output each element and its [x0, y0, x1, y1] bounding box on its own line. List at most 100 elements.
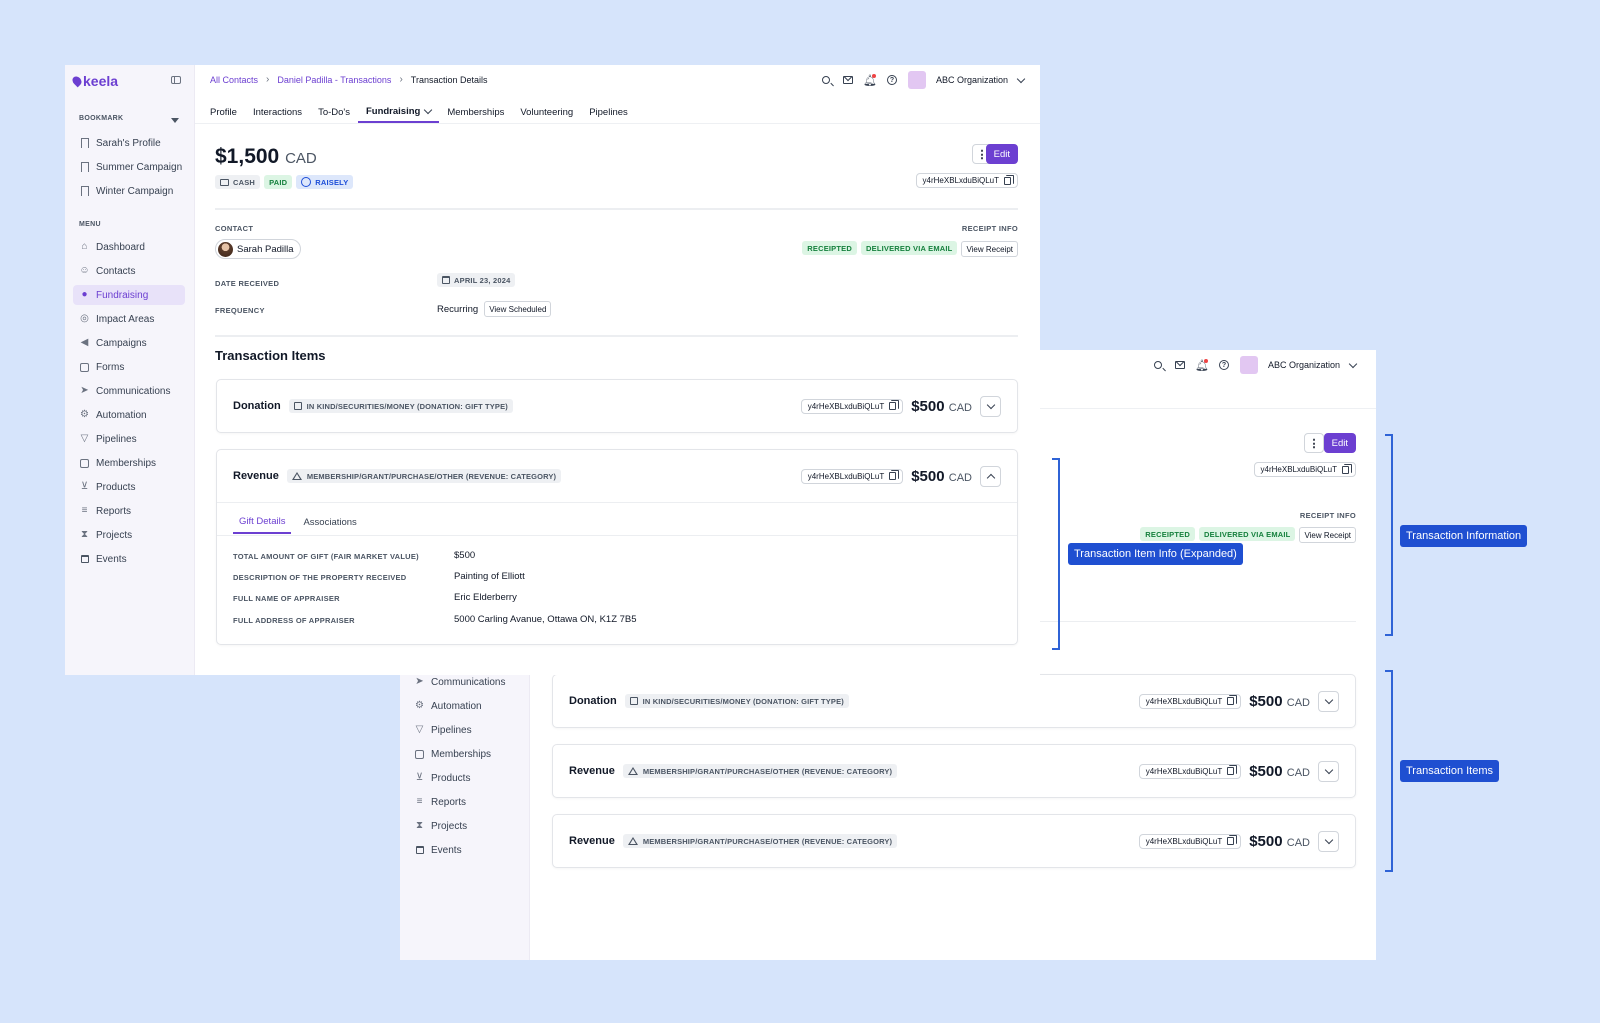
tab-volunteering[interactable]: Volunteering — [512, 101, 581, 123]
item-id-chip[interactable]: y4rHeXBLxduBiQLuT — [1138, 763, 1242, 779]
view-scheduled-button[interactable]: View Scheduled — [484, 301, 552, 317]
transaction-item-card[interactable]: Donation IN KIND/SECURITIES/MONEY (DONAT… — [552, 674, 1356, 728]
item-id-chip[interactable]: y4rHeXBLxduBiQLuT — [1138, 693, 1242, 709]
triangle-icon — [627, 767, 638, 775]
copy-icon[interactable] — [1004, 174, 1014, 185]
help-icon[interactable]: ? — [1218, 359, 1230, 371]
divider — [217, 502, 1017, 503]
tab-fundraising[interactable]: Fundraising — [357, 101, 440, 123]
help-icon[interactable]: ? — [886, 74, 898, 86]
bell-icon[interactable]: 🔔︎ — [863, 74, 877, 87]
mail-icon[interactable] — [842, 74, 854, 86]
contact-chip[interactable]: Sarah Padilla — [215, 239, 301, 259]
org-avatar[interactable] — [1239, 356, 1258, 374]
sidebar-item-impact-areas[interactable]: ◎ Impact Areas — [73, 309, 185, 329]
bookmark-item[interactable]: Sarah's Profile — [73, 133, 185, 153]
expand-button[interactable] — [980, 395, 1001, 417]
divider — [215, 335, 1018, 337]
transaction-item-card[interactable]: Donation IN KIND/SECURITIES/MONEY (DONAT… — [216, 379, 1018, 433]
bookmark-item[interactable]: Winter Campaign — [73, 181, 185, 201]
gift-icon — [629, 697, 638, 705]
org-avatar[interactable] — [907, 71, 926, 89]
item-id-chip[interactable]: y4rHeXBLxduBiQLuT — [800, 398, 904, 414]
sidebar-item-events-back[interactable]: Events — [408, 840, 520, 860]
item-id-chip[interactable]: y4rHeXBLxduBiQLuT — [1138, 833, 1242, 849]
copy-icon[interactable] — [889, 470, 900, 480]
sidebar-item-communications-back[interactable]: ➤ Communications — [408, 672, 520, 692]
expand-button[interactable] — [1318, 760, 1339, 782]
sidebar-item-events[interactable]: Events — [73, 549, 185, 569]
transaction-item-card[interactable]: Revenue MEMBERSHIP/GRANT/PURCHASE/OTHER … — [552, 814, 1356, 868]
tab-interactions[interactable]: Interactions — [245, 101, 310, 123]
transaction-id-chip[interactable]: y4rHeXBLxduBiQLuT — [915, 173, 1018, 188]
more-button-back[interactable]: ⋮ — [1304, 433, 1324, 453]
cart-icon: ⊻ — [415, 772, 424, 783]
sidebar-item-dashboard[interactable]: ⌂ Dashboard — [73, 237, 185, 257]
sidebar-item-products[interactable]: ⊻ Products — [73, 477, 185, 497]
sidebar-item-projects-back[interactable]: ⧗ Projects — [408, 816, 520, 836]
chevron-down-icon[interactable] — [1348, 359, 1358, 368]
chevron-down-icon — [986, 400, 995, 409]
sidebar-item-contacts[interactable]: ☺ Contacts — [73, 261, 185, 281]
expand-button[interactable] — [1318, 830, 1339, 852]
item-type-badge: IN KIND/SECURITIES/MONEY (DONATION: GIFT… — [288, 399, 513, 413]
sidebar-item-pipelines[interactable]: ▽ Pipelines — [73, 429, 185, 449]
sidebar-item-campaigns[interactable]: ◀ Campaigns — [73, 333, 185, 353]
mail-icon[interactable] — [1174, 359, 1186, 371]
edit-button[interactable]: Edit — [985, 144, 1018, 164]
sidebar-item-projects[interactable]: ⧗ Projects — [73, 525, 185, 545]
expand-button[interactable] — [1318, 690, 1339, 712]
chevron-down-icon — [1324, 835, 1333, 844]
caret-down-icon[interactable] — [171, 118, 179, 123]
sidebar-item-automation-back[interactable]: ⚙ Automation — [408, 696, 520, 716]
detail-label: FULL ADDRESS OF APPRAISER — [233, 616, 355, 625]
tab-todos[interactable]: To-Do's — [310, 101, 358, 123]
bell-icon[interactable]: 🔔︎ — [1195, 359, 1209, 372]
tab-memberships[interactable]: Memberships — [439, 101, 512, 123]
item-name: Revenue — [569, 765, 615, 777]
transaction-id-chip-back[interactable]: y4rHeXBLxduBiQLuT — [1253, 462, 1356, 477]
receipt-info-label-back: RECEIPT INFO — [1299, 511, 1356, 520]
keela-logo[interactable]: keela — [70, 73, 118, 89]
copy-icon[interactable] — [1342, 463, 1352, 474]
detail-value: $500 — [454, 550, 476, 561]
sidebar-item-products-back[interactable]: ⊻ Products — [408, 768, 520, 788]
org-name[interactable]: ABC Organization — [936, 75, 1008, 85]
transaction-item-card-expanded[interactable]: Revenue MEMBERSHIP/GRANT/PURCHASE/OTHER … — [216, 449, 1018, 645]
bookmark-item[interactable]: Summer Campaign — [73, 157, 185, 177]
view-receipt-button-back[interactable]: View Receipt — [1299, 527, 1356, 543]
breadcrumb-link[interactable]: Daniel Padilla - Transactions — [277, 75, 391, 85]
copy-icon[interactable] — [1227, 695, 1238, 705]
collapse-button[interactable] — [980, 465, 1001, 487]
tab-gift-details[interactable]: Gift Details — [233, 510, 292, 534]
sidebar-item-memberships[interactable]: Memberships — [73, 453, 185, 473]
transaction-item-card[interactable]: Revenue MEMBERSHIP/GRANT/PURCHASE/OTHER … — [552, 744, 1356, 798]
sidebar-item-communications[interactable]: ➤ Communications — [73, 381, 185, 401]
triangle-icon — [627, 837, 638, 845]
breadcrumb-link[interactable]: All Contacts — [210, 75, 258, 85]
search-icon[interactable] — [820, 74, 832, 86]
edit-button-back[interactable]: Edit — [1323, 433, 1356, 453]
org-name[interactable]: ABC Organization — [1268, 360, 1340, 370]
sidebar-item-reports[interactable]: ≡ Reports — [73, 501, 185, 521]
sidebar-item-automation[interactable]: ⚙ Automation — [73, 405, 185, 425]
sidebar-item-reports-back[interactable]: ≡ Reports — [408, 792, 520, 812]
tab-profile[interactable]: Profile — [210, 101, 245, 123]
copy-icon[interactable] — [1227, 765, 1238, 775]
sidebar-item-fundraising[interactable]: ● Fundraising — [73, 285, 185, 305]
sidebar-item-forms[interactable]: Forms — [73, 357, 185, 377]
calendar-icon — [414, 845, 425, 856]
tab-pipelines[interactable]: Pipelines — [581, 101, 636, 123]
tab-associations[interactable]: Associations — [297, 510, 362, 534]
chevron-down-icon[interactable] — [1016, 74, 1026, 83]
search-icon[interactable] — [1152, 359, 1164, 371]
sidebar-item-memberships-back[interactable]: Memberships — [408, 744, 520, 764]
copy-icon[interactable] — [1227, 835, 1238, 845]
sidebar-item-pipelines-back[interactable]: ▽ Pipelines — [408, 720, 520, 740]
sidebar-collapse-icon[interactable] — [171, 76, 181, 84]
fundraising-icon: ● — [81, 289, 88, 300]
cash-icon — [220, 178, 229, 186]
item-id-chip[interactable]: y4rHeXBLxduBiQLuT — [800, 468, 904, 484]
view-receipt-button[interactable]: View Receipt — [961, 241, 1018, 257]
copy-icon[interactable] — [889, 400, 900, 410]
